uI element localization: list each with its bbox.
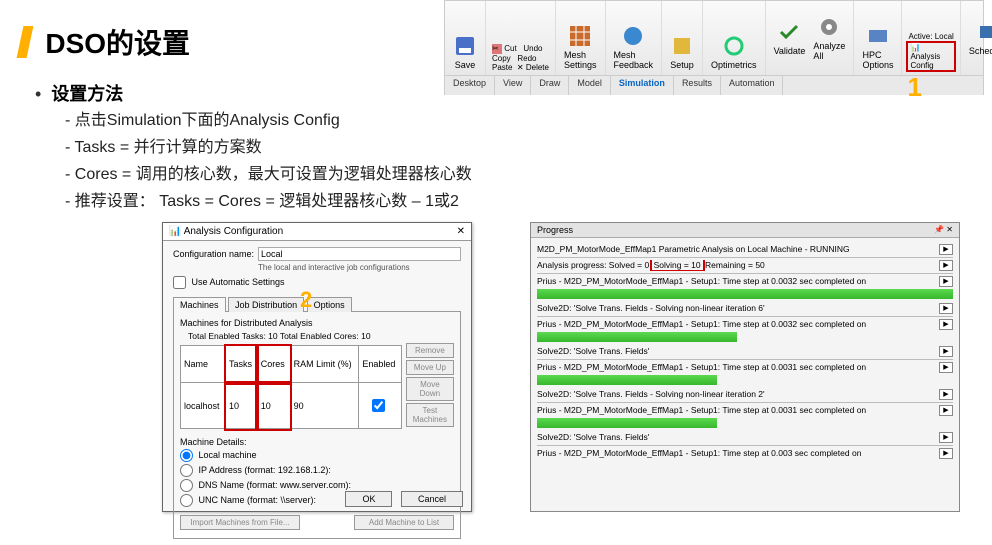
- tab-desktop[interactable]: Desktop: [445, 76, 495, 95]
- add-machine-button[interactable]: Add Machine to List: [354, 515, 454, 530]
- progress-panel: Progress 📌 ✕ M2D_PM_MotorMode_EffMap1 Par…: [530, 222, 960, 512]
- tab-model[interactable]: Model: [569, 76, 611, 95]
- progress-step: Prius - M2D_PM_MotorMode_EffMap1 - Setup…: [537, 362, 953, 373]
- config-name-label: Configuration name:: [173, 249, 258, 259]
- save-button[interactable]: Save: [449, 32, 481, 72]
- active-local-label: Active: Local: [906, 32, 955, 41]
- ip-radio[interactable]: IP Address (format: 192.168.1.2):: [180, 464, 454, 477]
- optimetrics-button[interactable]: Optimetrics: [707, 32, 761, 72]
- machine-details-label: Machine Details:: [180, 437, 247, 447]
- tab-job-distribution[interactable]: Job Distribution: [228, 297, 304, 312]
- machines-table: Name Tasks Cores RAM Limit (%) Enabled l…: [180, 345, 402, 429]
- mesh-feedback-button[interactable]: Mesh Feedback: [610, 22, 658, 72]
- tab-automation[interactable]: Automation: [721, 76, 784, 95]
- ribbon: Save ✂ Cut Undo Copy Redo Paste ✕ Delete…: [444, 0, 984, 95]
- test-button[interactable]: Test Machines: [406, 403, 454, 427]
- progress-step: Solve2D: 'Solve Trans. Fields'▶: [537, 432, 953, 443]
- tab-view[interactable]: View: [495, 76, 531, 95]
- play-icon[interactable]: ▶: [939, 260, 953, 271]
- local-radio[interactable]: Local machine: [180, 449, 454, 462]
- scheduler-button[interactable]: Scheduler: [965, 18, 992, 58]
- analyze-all-button[interactable]: Analyze All: [809, 13, 849, 63]
- bullet-1: 点击Simulation下面的Analysis Config: [65, 106, 655, 130]
- analysis-config-button[interactable]: 📊 Analysis Config: [906, 41, 955, 72]
- moveup-button[interactable]: Move Up: [406, 360, 454, 375]
- page-title: DSO的设置: [45, 28, 190, 59]
- progress-line-main: M2D_PM_MotorMode_EffMap1 Parametric Anal…: [537, 244, 953, 255]
- tab-draw[interactable]: Draw: [531, 76, 569, 95]
- bullet-4: 推荐设置： Tasks = Cores = 逻辑处理器核心数 – 1或2: [65, 187, 655, 211]
- import-button[interactable]: Import Machines from File...: [180, 515, 300, 530]
- movedown-button[interactable]: Move Down: [406, 377, 454, 401]
- copy-button[interactable]: Copy Redo: [490, 54, 538, 63]
- progress-bar: [537, 289, 953, 299]
- totals-label: Total Enabled Tasks: 10 Total Enabled Co…: [188, 331, 454, 341]
- tab-results[interactable]: Results: [674, 76, 721, 95]
- analysis-config-dialog: 📊 Analysis Configuration ✕ Configuration …: [162, 222, 472, 512]
- callout-1: 1: [908, 72, 922, 103]
- play-icon[interactable]: ▶: [939, 244, 953, 255]
- tab-options[interactable]: Options: [307, 297, 352, 312]
- cut-button[interactable]: ✂ Cut Undo: [490, 44, 544, 54]
- config-name-input[interactable]: [258, 247, 461, 261]
- progress-bar: [537, 332, 737, 342]
- progress-step: Prius - M2D_PM_MotorMode_EffMap1 - Setup…: [537, 405, 953, 416]
- progress-step: Solve2D: 'Solve Trans. Fields'▶: [537, 346, 953, 357]
- bullet-2: Tasks = 并行计算的方案数: [65, 133, 655, 157]
- hpc-options-button[interactable]: HPC Options: [858, 22, 897, 72]
- cancel-button[interactable]: Cancel: [401, 491, 463, 507]
- mesh-settings-button[interactable]: Mesh Settings: [560, 22, 601, 72]
- enabled-checkbox[interactable]: [372, 399, 385, 412]
- remove-button[interactable]: Remove: [406, 343, 454, 358]
- close-icon[interactable]: ✕: [457, 226, 465, 237]
- validate-button[interactable]: Validate: [770, 18, 810, 58]
- progress-step: Prius - M2D_PM_MotorMode_EffMap1 - Setup…: [537, 319, 953, 330]
- dialog-title: 📊 Analysis Configuration: [169, 226, 283, 237]
- ribbon-tabs: Desktop View Draw Model Simulation Resul…: [445, 76, 983, 95]
- progress-step: Prius - M2D_PM_MotorMode_EffMap1 - Setup…: [537, 276, 953, 287]
- bullet-3: Cores = 调用的核心数，最大可设置为逻辑处理器核心数: [65, 160, 655, 184]
- frame-title: Machines for Distributed Analysis: [180, 318, 454, 328]
- ok-button[interactable]: OK: [345, 491, 392, 507]
- progress-step: Prius - M2D_PM_MotorMode_EffMap1 - Setup…: [537, 448, 953, 459]
- progress-step: Solve2D: 'Solve Trans. Fields - Solving …: [537, 389, 953, 400]
- panel-controls[interactable]: 📌 ✕: [934, 225, 953, 235]
- paste-button[interactable]: Paste ✕ Delete: [490, 63, 551, 72]
- tab-machines[interactable]: Machines: [173, 297, 226, 312]
- progress-bar: [537, 375, 717, 385]
- progress-bar: [537, 418, 717, 428]
- title-accent-bar: [17, 26, 34, 58]
- progress-title: Progress: [537, 225, 573, 235]
- progress-summary: Analysis progress: Solved = 0 Solving = …: [537, 260, 953, 271]
- auto-settings-checkbox[interactable]: Use Automatic Settings: [173, 277, 285, 287]
- table-row[interactable]: localhost 10 10 90: [181, 383, 402, 429]
- tab-simulation[interactable]: Simulation: [611, 76, 674, 95]
- config-subtitle: The local and interactive job configurat…: [258, 263, 461, 272]
- progress-step: Solve2D: 'Solve Trans. Fields - Solving …: [537, 303, 953, 314]
- setup-button[interactable]: Setup: [666, 32, 698, 72]
- callout-2: 2: [300, 287, 312, 313]
